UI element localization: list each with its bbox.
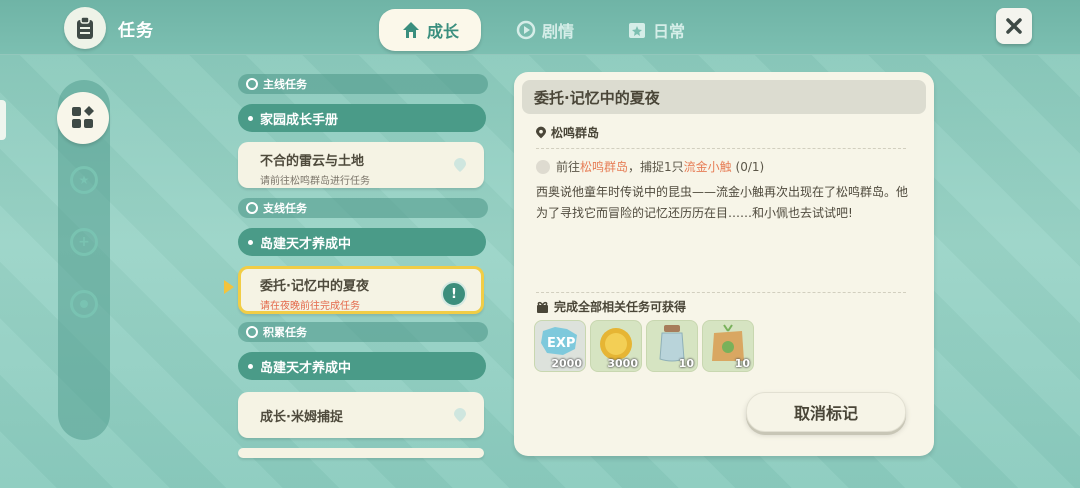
divider bbox=[536, 292, 906, 293]
star-badge-icon[interactable]: ★ bbox=[70, 166, 98, 194]
reward-list: EXP 2000 3000 10 10 bbox=[534, 320, 754, 372]
gift-icon bbox=[537, 301, 548, 313]
objective-middle: ，捕捉1只 bbox=[628, 160, 684, 174]
reward-title-label: 完成全部相关任务可获得 bbox=[554, 300, 687, 314]
objective-place: 松鸣群岛 bbox=[580, 160, 629, 174]
play-icon bbox=[516, 20, 536, 40]
quest-item-selected[interactable]: 委托·记忆中的夏夜 请在夜晚前往完成任务 ! bbox=[238, 266, 484, 314]
dot-badge-icon[interactable] bbox=[70, 290, 98, 318]
quest-item[interactable]: 不合的雷云与土地 请前往松鸣群岛进行任务 bbox=[238, 142, 484, 188]
reward-count: 10 bbox=[678, 357, 694, 370]
location-pin-icon bbox=[454, 158, 466, 172]
objective-prefix: 前往 bbox=[556, 160, 581, 174]
badge-icon bbox=[246, 326, 258, 338]
location-label: 松鸣群岛 bbox=[551, 126, 600, 140]
reward-heading: 完成全部相关任务可获得 bbox=[536, 298, 686, 315]
quest-title: 不合的雷云与土地 bbox=[260, 154, 365, 169]
quest-location: 松鸣群岛 bbox=[536, 124, 599, 141]
objective-progress: (0/1) bbox=[735, 160, 765, 174]
quest-title: 成长·米姆捕捉 bbox=[260, 410, 343, 425]
close-icon bbox=[1006, 18, 1022, 34]
tab-story-label: 剧情 bbox=[542, 22, 575, 41]
section-label: 支线任务 bbox=[263, 202, 307, 215]
section-accumulate-quests: 积累任务 bbox=[238, 322, 488, 342]
clipboard-icon bbox=[64, 7, 106, 49]
location-pin-icon bbox=[536, 126, 546, 139]
reward-item[interactable]: 3000 bbox=[590, 320, 642, 372]
svg-text:EXP: EXP bbox=[547, 336, 575, 351]
tab-story[interactable]: 剧情 bbox=[516, 9, 574, 51]
alert-icon: ! bbox=[441, 281, 467, 307]
grid-icon bbox=[72, 106, 94, 128]
quest-detail-title: 委托·记忆中的夏夜 bbox=[522, 80, 926, 114]
house-icon bbox=[403, 22, 419, 38]
reward-item[interactable]: 10 bbox=[646, 320, 698, 372]
badge-icon bbox=[246, 202, 258, 214]
objective-target: 流金小触 bbox=[683, 160, 732, 174]
reward-item[interactable]: EXP 2000 bbox=[534, 320, 586, 372]
tab-growth-label: 成长 bbox=[427, 22, 460, 41]
selection-indicator-icon bbox=[224, 280, 234, 294]
section-label: 主线任务 bbox=[263, 78, 307, 91]
tab-daily-label: 日常 bbox=[653, 22, 686, 41]
reward-count: 3000 bbox=[607, 357, 638, 370]
quest-item[interactable]: 家园成长手册 bbox=[238, 104, 486, 132]
section-label: 积累任务 bbox=[263, 326, 307, 339]
quest-title: 家园成长手册 bbox=[260, 112, 339, 128]
plus-badge-icon[interactable]: + bbox=[70, 228, 98, 256]
calendar-star-icon bbox=[629, 23, 645, 38]
badge-icon bbox=[246, 78, 258, 90]
quest-item[interactable]: 岛建天才养成中 bbox=[238, 352, 486, 380]
page-title: 任务 bbox=[118, 21, 154, 41]
objective-check-icon bbox=[536, 159, 550, 174]
quest-title: 岛建天才养成中 bbox=[260, 236, 352, 252]
quest-detail-panel: 委托·记忆中的夏夜 松鸣群岛 前往松鸣群岛，捕捉1只流金小触 (0/1) 西奥说… bbox=[514, 72, 934, 456]
quest-description: 西奥说他童年时传说中的昆虫——流金小触再次出现在了松鸣群岛。他为了寻找它而冒险的… bbox=[536, 185, 909, 220]
quest-objective: 前往松鸣群岛，捕捉1只流金小触 (0/1) bbox=[536, 158, 764, 175]
divider bbox=[536, 148, 906, 149]
side-drawer-handle[interactable] bbox=[0, 100, 6, 140]
category-all-button[interactable] bbox=[57, 92, 109, 144]
quest-item[interactable]: 岛建天才养成中 bbox=[238, 228, 486, 256]
top-bar: 任务 成长 剧情 日常 bbox=[0, 0, 1080, 55]
tab-growth[interactable]: 成长 bbox=[379, 9, 482, 51]
tab-daily[interactable]: 日常 bbox=[627, 9, 685, 51]
reward-item[interactable]: 10 bbox=[702, 320, 754, 372]
quest-item[interactable] bbox=[238, 448, 484, 458]
reward-count: 10 bbox=[734, 357, 750, 370]
location-pin-icon bbox=[454, 408, 466, 422]
unmark-button[interactable]: 取消标记 bbox=[746, 392, 906, 432]
quest-subtitle: 请前往松鸣群岛进行任务 bbox=[260, 176, 370, 187]
close-button[interactable] bbox=[996, 8, 1032, 44]
quest-item[interactable]: 成长·米姆捕捉 bbox=[238, 392, 484, 438]
quest-title: 岛建天才养成中 bbox=[260, 360, 352, 376]
section-main-quests: 主线任务 bbox=[238, 74, 488, 94]
section-side-quests: 支线任务 bbox=[238, 198, 488, 218]
reward-count: 2000 bbox=[551, 357, 582, 370]
